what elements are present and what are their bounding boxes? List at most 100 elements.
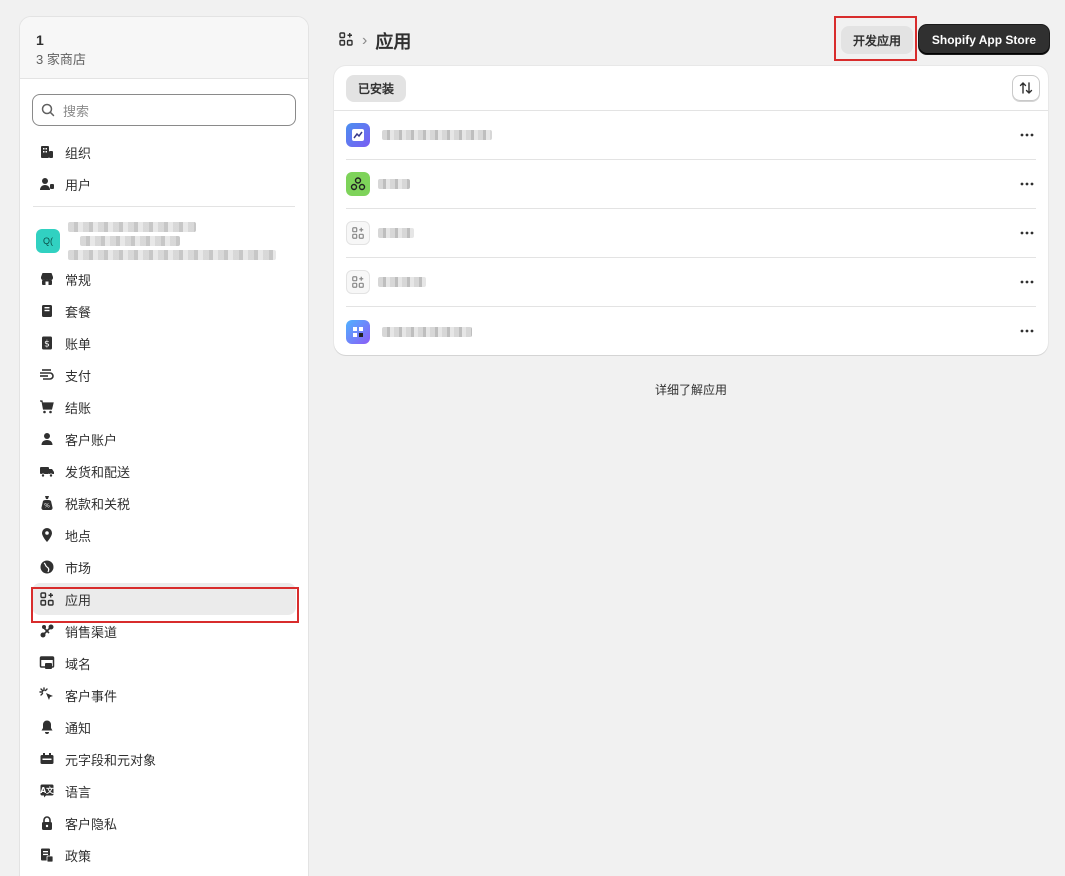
svg-text:A文: A文 (40, 785, 54, 795)
language-icon: A文 (39, 783, 55, 799)
sidebar-item-label: 结账 (65, 400, 92, 416)
settings-sidebar: 1 3 家商店 搜索 组织 用户 Q( 常规套餐 $ 账单支付结账客户账户发货和配送… (19, 16, 309, 876)
sidebar-item-domain[interactable]: 域名 (20, 647, 308, 679)
app-icon-green (346, 172, 370, 196)
cursor-click-icon (39, 687, 55, 703)
sidebar-item-tax[interactable]: % 税款和关税 (20, 487, 308, 519)
svg-text:%: % (44, 503, 50, 510)
app-icon-gradient (346, 319, 370, 344)
redacted-app-name (378, 228, 414, 238)
sidebar-item-globe[interactable]: 市场 (20, 551, 308, 583)
shopify-app-store-button[interactable]: Shopify App Store (919, 25, 1049, 54)
tax-icon: % (39, 495, 55, 511)
sidebar-item-bell[interactable]: 通知 (20, 711, 308, 743)
metafield-icon (39, 751, 55, 767)
billing-icon: $ (39, 335, 55, 351)
apps-icon (39, 591, 55, 607)
more-icon[interactable] (1018, 176, 1036, 192)
app-row[interactable] (346, 111, 1036, 160)
redacted-app-name (382, 130, 492, 140)
store-count: 3 家商店 (36, 52, 86, 67)
installed-apps-card: 已安装 (334, 66, 1048, 355)
redacted-app-name (378, 179, 410, 189)
sidebar-item-label: 套餐 (65, 304, 92, 320)
develop-apps-button[interactable]: 开发应用 (841, 26, 913, 54)
current-store[interactable]: Q( (20, 215, 308, 263)
bell-icon (39, 719, 55, 735)
sidebar-item-organization[interactable]: 组织 (20, 136, 308, 168)
sidebar-item-channels[interactable]: 销售渠道 (20, 615, 308, 647)
sidebar-item-label: 客户隐私 (65, 816, 118, 832)
sidebar-item-metafield[interactable]: 元字段和元对象 (20, 743, 308, 775)
app-row[interactable] (346, 160, 1036, 209)
breadcrumb: › 应用 (338, 28, 411, 54)
redacted-store-url (80, 236, 180, 246)
chevron-right-icon: › (362, 32, 368, 49)
globe-icon (39, 559, 55, 575)
app-row[interactable] (346, 258, 1036, 307)
tab-installed[interactable]: 已安装 (346, 75, 406, 102)
domain-icon (39, 655, 55, 671)
sidebar-item-lock[interactable]: 客户隐私 (20, 807, 308, 839)
sidebar-item-cart[interactable]: 结账 (20, 391, 308, 423)
divider (33, 206, 295, 207)
store-name: 1 (36, 32, 44, 48)
sidebar-item-label: 税款和关税 (65, 496, 131, 512)
sidebar-item-payments[interactable]: 支付 (20, 359, 308, 391)
app-row[interactable] (346, 209, 1036, 258)
payments-icon (39, 367, 55, 383)
lock-icon (39, 815, 55, 831)
store-icon (39, 271, 55, 287)
sidebar-item-language[interactable]: A文 语言 (20, 775, 308, 807)
sidebar-item-label: 用户 (65, 177, 92, 193)
sort-button[interactable] (1012, 75, 1040, 101)
settings-nav: 常规 套餐 $ 账单 支付 结账 客户账户 发货和配送% 税款和关税 地点 市场 应用 销售渠道 域名 客户… (20, 263, 308, 871)
sidebar-item-location[interactable]: 地点 (20, 519, 308, 551)
sidebar-item-person[interactable]: 客户账户 (20, 423, 308, 455)
search-icon (41, 103, 55, 117)
sidebar-item-label: 语言 (65, 784, 92, 800)
sidebar-item-apps[interactable]: 应用 (32, 583, 296, 615)
app-placeholder-icon (346, 270, 370, 294)
sidebar-item-label: 组织 (65, 145, 92, 161)
card-header: 已安装 (334, 66, 1048, 111)
search-placeholder: 搜索 (63, 103, 90, 119)
apps-icon[interactable] (338, 31, 354, 52)
more-icon[interactable] (1018, 323, 1036, 339)
app-row[interactable] (346, 307, 1036, 356)
truck-icon (39, 463, 55, 479)
redacted-app-name (378, 277, 426, 287)
sidebar-item-label: 地点 (65, 528, 92, 544)
svg-text:$: $ (44, 340, 50, 350)
sidebar-item-truck[interactable]: 发货和配送 (20, 455, 308, 487)
sidebar-item-label: 市场 (65, 560, 92, 576)
sidebar-item-billing[interactable]: $ 账单 (20, 327, 308, 359)
sidebar-item-store[interactable]: 常规 (20, 263, 308, 295)
sidebar-item-label: 域名 (65, 656, 92, 672)
more-icon[interactable] (1018, 225, 1036, 241)
more-icon[interactable] (1018, 127, 1036, 143)
users-icon (39, 176, 55, 192)
sidebar-item-label: 元字段和元对象 (65, 752, 157, 768)
sidebar-item-label: 政策 (65, 848, 92, 864)
store-switcher[interactable]: 1 3 家商店 (20, 17, 308, 79)
redacted-store-name (68, 222, 196, 232)
location-icon (39, 527, 55, 543)
organization-icon (39, 144, 55, 160)
sidebar-item-users[interactable]: 用户 (20, 168, 308, 200)
sidebar-item-policy[interactable]: 政策 (20, 839, 308, 871)
sidebar-item-label: 发货和配送 (65, 464, 131, 480)
sidebar-item-label: 客户账户 (65, 432, 118, 448)
learn-more-link[interactable]: 详细了解应用 (334, 381, 1048, 398)
more-icon[interactable] (1018, 274, 1036, 290)
sidebar-item-cursor-click[interactable]: 客户事件 (20, 679, 308, 711)
page-title: 应用 (375, 32, 412, 52)
redacted-app-name (382, 326, 472, 337)
page-header: › 应用 开发应用 Shopify App Store (334, 24, 1049, 54)
sidebar-item-label: 客户事件 (65, 688, 118, 704)
sidebar-item-label: 账单 (65, 336, 92, 352)
app-placeholder-icon (346, 221, 370, 245)
search-input[interactable]: 搜索 (32, 94, 296, 126)
sidebar-item-plan[interactable]: 套餐 (20, 295, 308, 327)
sidebar-item-label: 通知 (65, 720, 92, 736)
